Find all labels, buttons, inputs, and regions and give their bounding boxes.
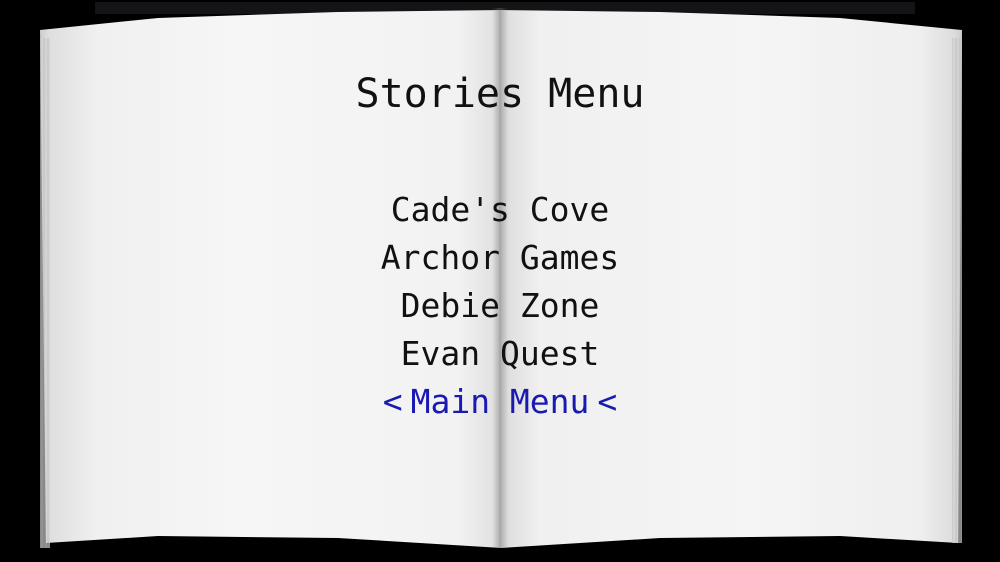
selection-cursor-right-icon: < bbox=[597, 382, 618, 421]
menu-item-cades-cove[interactable]: Cade's Cove bbox=[0, 186, 1000, 234]
selection-cursor-left-icon: < bbox=[382, 382, 403, 421]
game-screen: Stories Menu Cade's Cove Archor Games De… bbox=[0, 0, 1000, 562]
stories-menu: Stories Menu Cade's Cove Archor Games De… bbox=[0, 0, 1000, 562]
menu-item-label: Cade's Cove bbox=[390, 190, 610, 229]
menu-item-label: Main Menu bbox=[410, 382, 590, 421]
menu-title: Stories Menu bbox=[355, 71, 645, 117]
menu-item-label: Archor Games bbox=[380, 238, 620, 277]
menu-item-label: Evan Quest bbox=[400, 334, 600, 373]
menu-item-evan-quest[interactable]: Evan Quest bbox=[0, 330, 1000, 378]
menu-item-main-menu[interactable]: < Main Menu < bbox=[0, 378, 1000, 426]
menu-item-label: Debie Zone bbox=[400, 286, 600, 325]
menu-items: Cade's Cove Archor Games Debie Zone Evan… bbox=[0, 186, 1000, 426]
menu-item-archor-games[interactable]: Archor Games bbox=[0, 234, 1000, 282]
menu-item-debie-zone[interactable]: Debie Zone bbox=[0, 282, 1000, 330]
